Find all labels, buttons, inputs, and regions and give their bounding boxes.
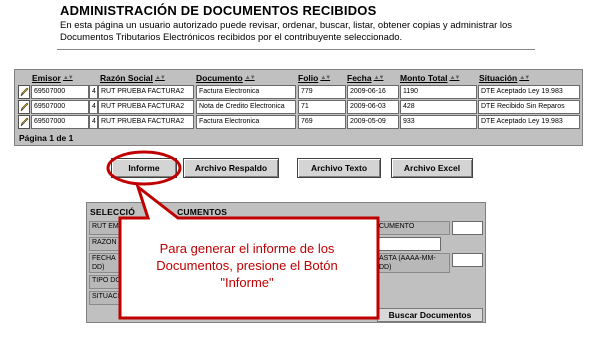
callout-text: Para generar el informe de los Documento… <box>156 241 338 290</box>
highlight-ellipse <box>106 150 182 186</box>
